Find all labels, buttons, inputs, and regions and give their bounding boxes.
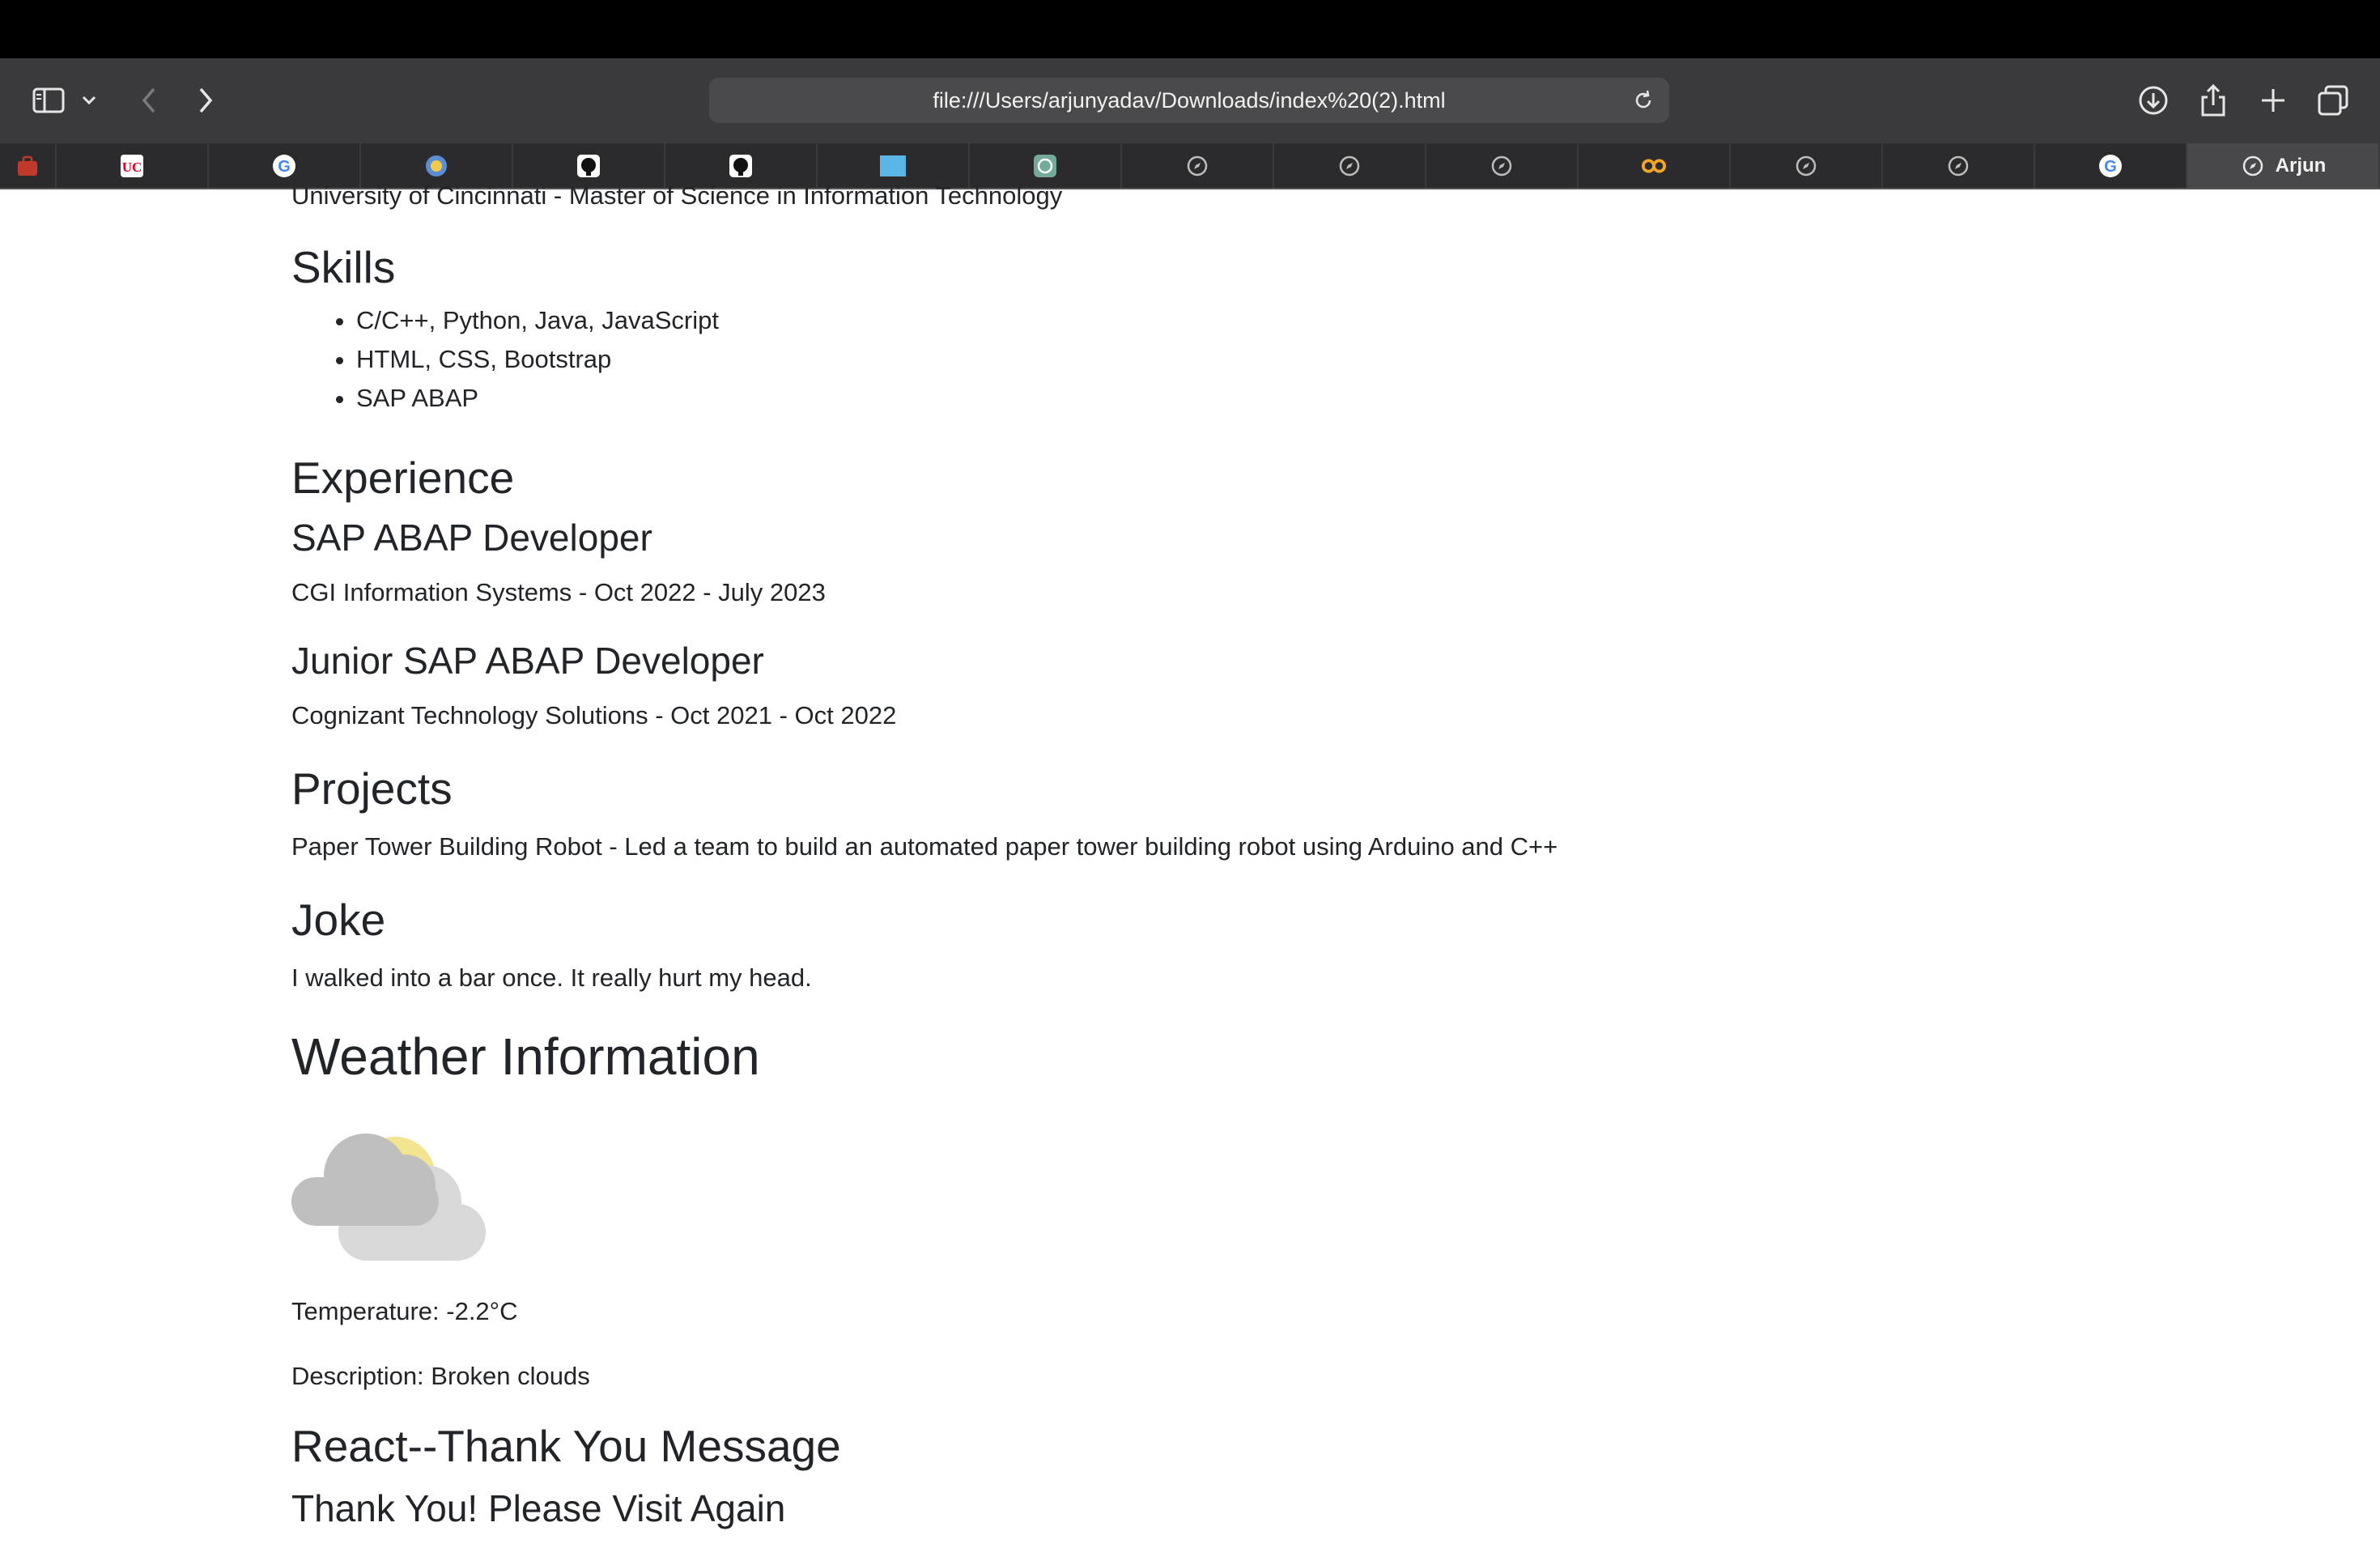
infinity-icon xyxy=(1641,153,1667,179)
temperature-text: Temperature: -2.2°C xyxy=(291,1297,518,1325)
job-title: SAP ABAP Developer xyxy=(291,517,652,559)
svg-text:G: G xyxy=(2104,158,2117,176)
chevron-down-icon[interactable] xyxy=(73,78,105,123)
tab-10[interactable] xyxy=(1426,143,1579,188)
description-text: Description: Broken clouds xyxy=(291,1362,590,1390)
sidebar-toggle-icon[interactable] xyxy=(26,78,71,123)
tab-14[interactable]: G xyxy=(2035,143,2187,188)
tab-1[interactable]: UC xyxy=(57,143,209,188)
github-icon xyxy=(576,153,601,179)
joke-text: I walked into a bar once. It really hurt… xyxy=(291,963,812,992)
tab-active[interactable]: Arjun xyxy=(2187,143,2380,188)
openai-icon xyxy=(1032,153,1058,179)
compass-icon xyxy=(2240,153,2266,179)
list-item: HTML, CSS, Bootstrap xyxy=(356,340,719,379)
job-detail: Cognizant Technology Solutions - Oct 202… xyxy=(291,701,897,729)
job-title: Junior SAP ABAP Developer xyxy=(291,640,764,682)
url-text[interactable]: file:///Users/arjunyadav/Downloads/index… xyxy=(933,88,1445,113)
education-line: University of Cincinnati - Master of Sci… xyxy=(291,181,1063,210)
tab-13[interactable] xyxy=(1883,143,2035,188)
list-item: SAP ABAP xyxy=(356,379,719,418)
bag-icon xyxy=(15,153,40,179)
folder-icon xyxy=(880,153,906,179)
experience-heading: Experience xyxy=(291,453,515,503)
reload-icon[interactable] xyxy=(1629,86,1658,115)
compass-icon xyxy=(1945,153,1971,179)
joke-heading: Joke xyxy=(291,895,386,945)
tab-8[interactable] xyxy=(1122,143,1274,188)
svg-text:G: G xyxy=(278,158,291,176)
top-black-bar xyxy=(0,0,2380,58)
downloads-icon[interactable] xyxy=(2131,78,2176,123)
compass-icon xyxy=(1793,153,1819,179)
job-detail: CGI Information Systems - Oct 2022 - Jul… xyxy=(291,578,826,606)
google-icon: G xyxy=(2097,153,2123,179)
active-tab-title: Arjun xyxy=(2275,154,2327,176)
new-tab-icon[interactable] xyxy=(2250,78,2296,123)
tab-11[interactable] xyxy=(1579,143,1731,188)
skills-heading: Skills xyxy=(291,242,396,292)
address-bar[interactable]: file:///Users/arjunyadav/Downloads/index… xyxy=(709,78,1669,123)
react-heading: React--Thank You Message xyxy=(291,1421,841,1471)
forward-icon[interactable] xyxy=(183,78,228,123)
list-item: C/C++, Python, Java, JavaScript xyxy=(356,301,719,340)
compass-icon xyxy=(1337,153,1362,179)
globe-icon xyxy=(423,153,449,179)
skills-list: C/C++, Python, Java, JavaScript HTML, CS… xyxy=(291,301,719,418)
tab-9[interactable] xyxy=(1274,143,1426,188)
compass-icon xyxy=(1489,153,1515,179)
uc-logo-icon: UC xyxy=(119,153,145,179)
weather-heading: Weather Information xyxy=(291,1027,760,1086)
compass-icon xyxy=(1184,153,1210,179)
thank-you-text: Thank You! Please Visit Again xyxy=(291,1487,786,1529)
projects-heading: Projects xyxy=(291,763,453,814)
tab-0[interactable] xyxy=(0,143,57,188)
google-icon: G xyxy=(271,153,297,179)
share-icon[interactable] xyxy=(2191,78,2236,123)
tab-overview-icon[interactable] xyxy=(2310,78,2356,123)
project-text: Paper Tower Building Robot - Led a team … xyxy=(291,832,1558,861)
tab-12[interactable] xyxy=(1731,143,1883,188)
broken-clouds-icon xyxy=(291,1127,494,1269)
svg-text:UC: UC xyxy=(122,159,142,175)
github-icon xyxy=(728,153,754,179)
browser-toolbar: file:///Users/arjunyadav/Downloads/index… xyxy=(0,58,2380,143)
back-icon[interactable] xyxy=(126,78,172,123)
